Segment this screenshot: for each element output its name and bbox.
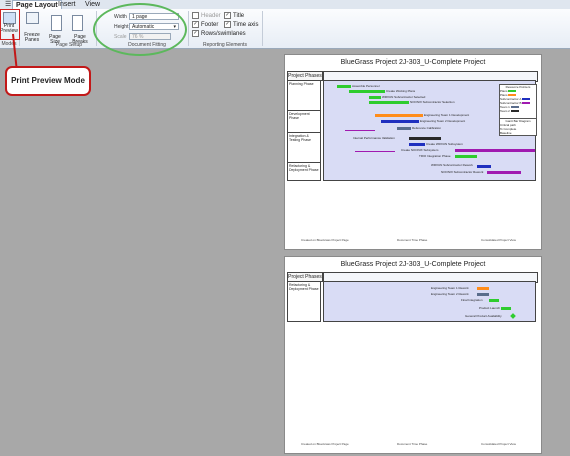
tab-view[interactable]: View <box>82 0 103 9</box>
page-setup-group-label: Page Setup <box>55 42 83 48</box>
gantt-bar[interactable] <box>409 137 441 140</box>
document-fitting-highlight <box>93 3 187 56</box>
bar-label: Engineering Team 2 Development <box>420 119 466 123</box>
gantt-bar[interactable] <box>381 120 419 123</box>
footer-checkbox[interactable]: ✓ Footer <box>192 21 218 29</box>
resource-legend: Resource Pointers Plans Plans Subcontrac… <box>499 84 537 120</box>
page-title: BlueGrass Project 2J-303_U-Complete Proj… <box>340 261 486 268</box>
time-axis-checkbox[interactable]: ✓ Time axis <box>224 21 258 29</box>
bar-label: Product Launch <box>479 306 501 310</box>
bar-label: Engineering Team 1 Development <box>424 113 470 117</box>
bar-label: Final Integration <box>461 298 483 302</box>
gantt-bar[interactable] <box>397 127 411 130</box>
freeze-panes-button[interactable]: Freeze Panes <box>22 33 42 43</box>
page-footer-mid: Document Time Phase <box>397 442 428 446</box>
reporting-elements-group-label: Reporting Elements <box>203 42 247 48</box>
gantt-bar[interactable] <box>477 293 489 296</box>
page-footer-right: Consolidated Project View <box>481 238 516 242</box>
page-breaks-icon[interactable] <box>72 15 83 31</box>
bar-label: Create WRXUN Subsystem <box>426 142 463 146</box>
baseline-bar <box>355 151 395 152</box>
bar-label: WRXUN Subcontractor Rework <box>431 163 473 167</box>
footer-label: Footer <box>201 22 219 29</box>
page-title: BlueGrass Project 2J-303_U-Complete Proj… <box>340 59 486 66</box>
time-axis-label: Time axis <box>233 22 259 29</box>
page-footer-left: Created on BlueGrass Project Page <box>301 238 349 242</box>
print-preview-highlight <box>0 9 20 40</box>
column-header: Project Phases <box>287 272 323 282</box>
bar-label: Create NOONIX Subsystem <box>401 148 439 152</box>
preview-page-2: BlueGrass Project 2J-303_U-Complete Proj… <box>284 256 542 454</box>
bar-label: Internal Performance Validation <box>353 136 395 140</box>
page-footer-mid: Document Time Phase <box>397 238 428 242</box>
gantt-bar[interactable] <box>369 101 409 104</box>
bar-label: WRXUN Subcontractor Selected <box>382 95 426 99</box>
gantt-bar[interactable] <box>477 287 489 290</box>
rows-swimlanes-checkbox[interactable]: ✓ Rows/swimlanes <box>192 30 246 38</box>
phase-label: Planning Phase <box>287 81 321 111</box>
check-icon: ✓ <box>192 30 199 37</box>
freeze-panes-icon[interactable] <box>26 12 39 24</box>
rows-swimlanes-label: Rows/swimlanes <box>201 31 246 38</box>
gantt-bar[interactable] <box>369 96 381 99</box>
phase-label: Refactoring & Deployment Phase <box>287 163 321 181</box>
title-label: Title <box>233 13 245 20</box>
gantt-bar[interactable] <box>501 307 511 310</box>
column-header: Project Phases <box>287 71 323 81</box>
gantt-bar[interactable] <box>455 149 535 152</box>
page-footer-right: Consolidated Project View <box>481 442 516 446</box>
title-checkbox[interactable]: ✓ Title <box>224 12 244 20</box>
phase-label: Refactoring & Deployment Phase <box>287 282 321 322</box>
gantt-bar[interactable] <box>455 155 477 158</box>
legend-item: Baseline <box>500 131 512 135</box>
gantt-bar[interactable] <box>375 114 423 117</box>
phase-label: Development Phase <box>287 111 321 133</box>
bar-label: Engineering Team 1 Rework <box>431 286 469 290</box>
bar-label: Engineering Team 2 Rework <box>431 292 469 296</box>
checkbox-box <box>192 12 199 19</box>
legend-item: Team 2 <box>500 109 536 113</box>
page-size-icon[interactable] <box>51 15 62 31</box>
baseline-bar <box>345 130 375 131</box>
header-label: Header <box>201 13 221 20</box>
bar-label: NOONIX Subcontractor Selection <box>410 100 455 104</box>
print-preview-callout: Print Preview Mode <box>5 66 91 96</box>
check-icon: ✓ <box>224 12 231 19</box>
bar-label: Reference Calibration <box>412 126 442 130</box>
page-footer-left: Created on BlueGrass Project Page <box>301 442 349 446</box>
gantt-bar[interactable] <box>409 143 425 146</box>
group-divider <box>188 11 189 46</box>
phase-label: Integration & Testing Phase <box>287 133 321 163</box>
bar-label: NOONIX Subcontractor Rework <box>441 170 484 174</box>
preview-page-1: BlueGrass Project 2J-303_U-Complete Proj… <box>284 54 542 250</box>
bar-label: General Product Availability <box>465 314 502 318</box>
gantt-bar[interactable] <box>337 85 351 88</box>
gantt-area <box>323 281 536 322</box>
bar-label: Assemble Personnel <box>352 84 380 88</box>
gantt-bar[interactable] <box>489 299 499 302</box>
header-checkbox[interactable]: Header <box>192 12 221 20</box>
tab-insert[interactable]: Insert <box>55 0 79 9</box>
ribbon: Print Preview Modes Freeze Panes Page Si… <box>0 9 570 49</box>
gantt-legend: Gantt Bar Diagram Critical path % Comple… <box>499 118 537 136</box>
group-divider <box>262 11 263 46</box>
gantt-bar[interactable] <box>487 171 521 174</box>
check-icon: ✓ <box>224 21 231 28</box>
gantt-bar[interactable] <box>349 90 385 93</box>
bar-label: TRIO Integration Phase <box>419 154 451 158</box>
bar-label: Create Working Plans <box>386 89 416 93</box>
gantt-bar[interactable] <box>477 165 491 168</box>
check-icon: ✓ <box>192 21 199 28</box>
